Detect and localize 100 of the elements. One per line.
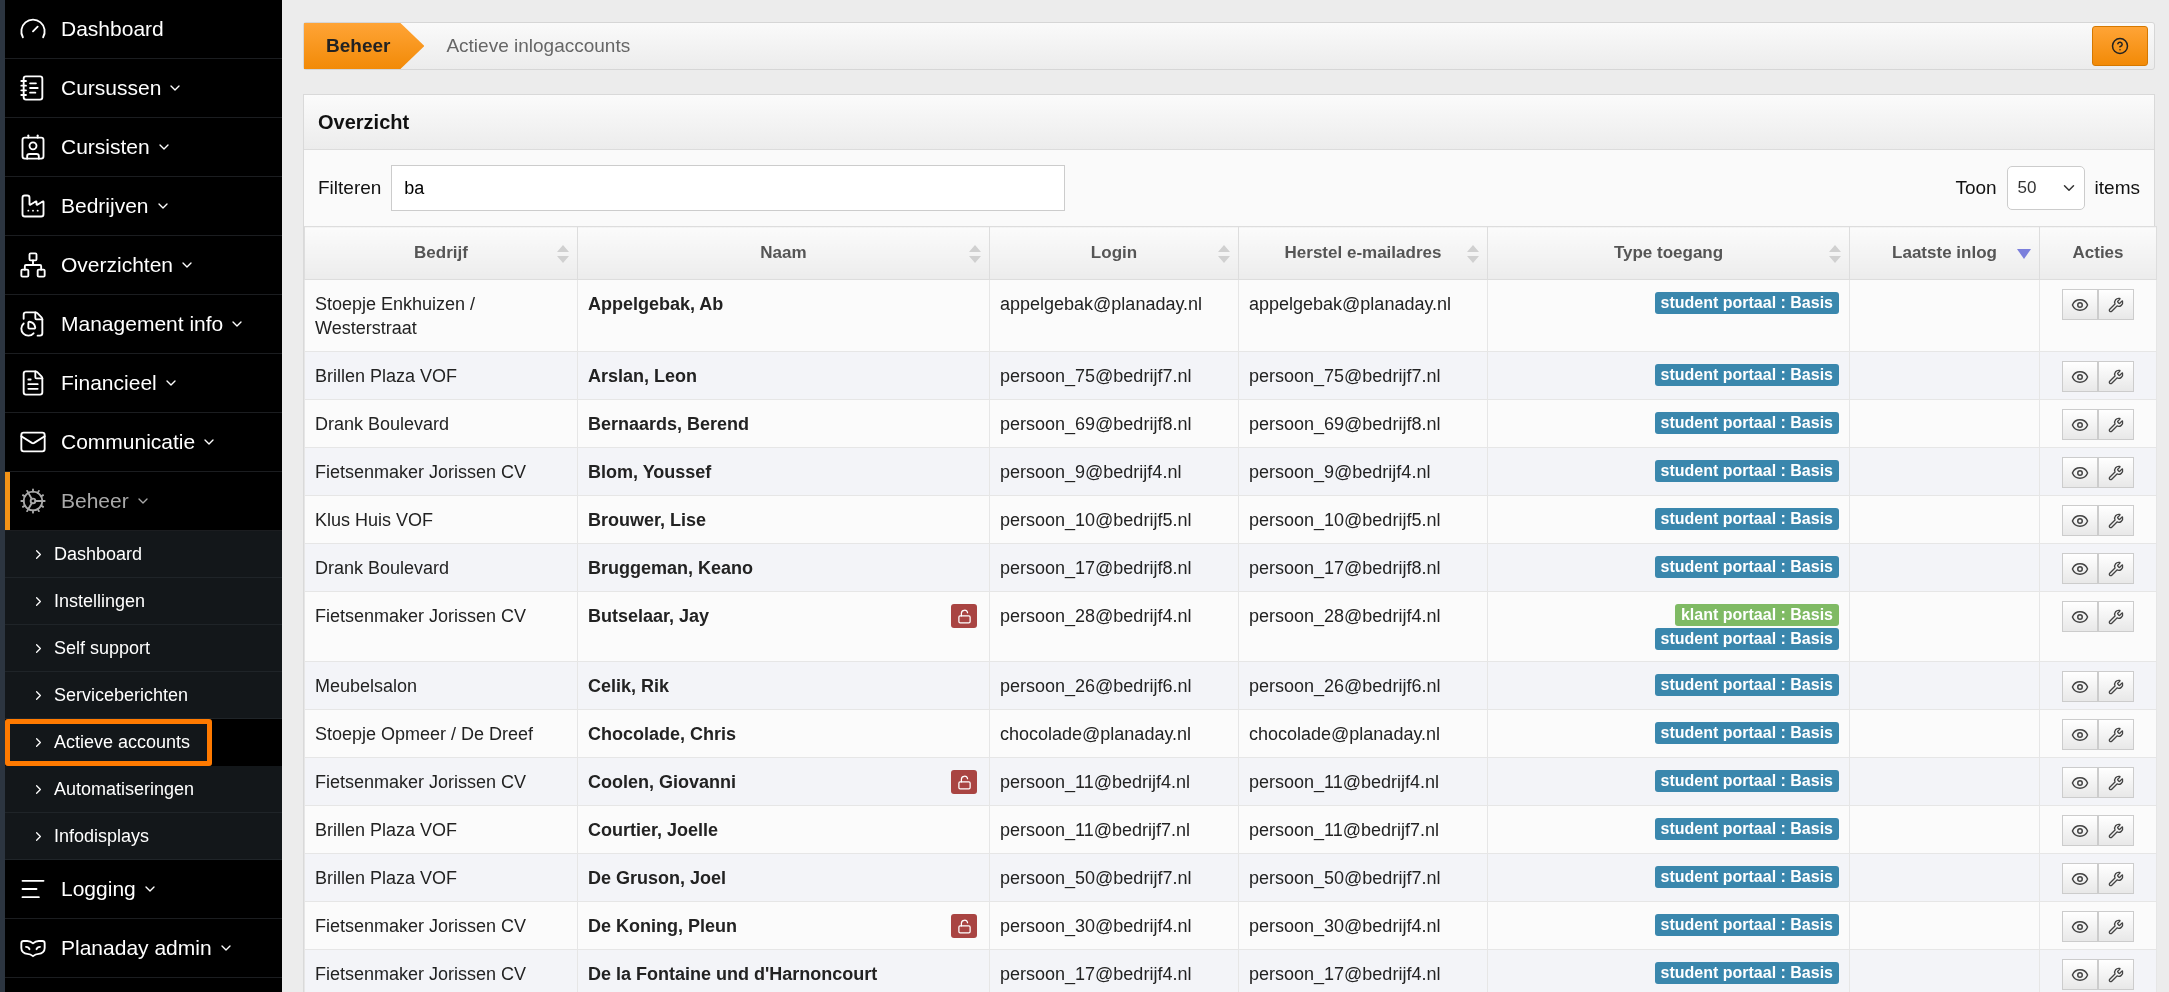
contact-card-icon	[19, 133, 47, 161]
edit-button[interactable]	[2098, 863, 2134, 894]
view-button[interactable]	[2062, 409, 2098, 440]
filter-field[interactable]: ba	[391, 165, 1066, 211]
edit-button[interactable]	[2098, 815, 2134, 846]
sidebar-item[interactable]: Management info	[5, 295, 282, 354]
submenu-item[interactable]: Automatiseringen	[5, 766, 282, 813]
submenu-item[interactable]: Actieve accounts	[5, 719, 212, 766]
view-button[interactable]	[2062, 959, 2098, 990]
edit-button[interactable]	[2098, 959, 2134, 990]
table-cell: persoon_26@bedrijf6.nl	[989, 661, 1239, 710]
submenu-item[interactable]: Infodisplays	[5, 813, 282, 860]
sidebar-item[interactable]: Overzichten	[5, 236, 282, 295]
table-cell: chocolade@planaday.nl	[989, 709, 1239, 758]
submenu-item[interactable]: Self support	[5, 625, 282, 672]
view-button[interactable]	[2062, 815, 2098, 846]
view-button[interactable]	[2062, 601, 2098, 632]
wrench-icon	[2108, 416, 2124, 433]
view-button[interactable]	[2062, 457, 2098, 488]
access-badge: student portaal : Basis	[1654, 818, 1839, 840]
wrench-icon	[2108, 774, 2124, 791]
submenu-item[interactable]: Serviceberichten	[5, 672, 282, 719]
sidebar-item[interactable]: Communicatie	[5, 413, 282, 472]
view-button[interactable]	[2062, 361, 2098, 392]
sort-descending-icon[interactable]	[2017, 249, 2031, 259]
table-cell: persoon_10@bedrijf5.nl	[989, 495, 1239, 544]
sidebar-item[interactable]: Cursussen	[5, 59, 282, 118]
edit-button[interactable]	[2098, 289, 2134, 320]
wrench-icon	[2108, 966, 2124, 983]
column-header[interactable]: Acties	[2039, 226, 2157, 280]
edit-button[interactable]	[2098, 911, 2134, 942]
column-header[interactable]: Herstel e-mailadres	[1238, 226, 1488, 280]
sidebar-item[interactable]: Planaday admin	[5, 919, 282, 978]
edit-button[interactable]	[2098, 361, 2134, 392]
table-cell: persoon_28@bedrijf4.nl	[989, 591, 1239, 662]
column-header[interactable]: Bedrijf	[304, 226, 578, 280]
wrench-icon	[2108, 296, 2124, 313]
access-badge: student portaal : Basis	[1654, 628, 1839, 650]
view-button[interactable]	[2062, 553, 2098, 584]
help-button[interactable]	[2092, 26, 2148, 66]
table-cell: persoon_28@bedrijf4.nl	[1238, 591, 1488, 662]
wrench-icon	[2108, 560, 2124, 577]
edit-button[interactable]	[2098, 671, 2134, 702]
column-header[interactable]: Laatste inlog	[1849, 226, 2040, 280]
items-label: items	[2094, 177, 2140, 199]
person-name: Courtier, Joelle	[588, 819, 719, 842]
settings-icon	[19, 487, 47, 515]
edit-button[interactable]	[2098, 505, 2134, 536]
person-name: Bernaards, Berend	[588, 413, 750, 436]
view-button[interactable]	[2062, 911, 2098, 942]
access-badge: student portaal : Basis	[1654, 556, 1839, 578]
view-button[interactable]	[2062, 863, 2098, 894]
table-cell: persoon_30@bedrijf4.nl	[1238, 901, 1488, 950]
table-cell: appelgebak@planaday.nl	[1238, 279, 1488, 352]
table-cell: persoon_11@bedrijf4.nl	[989, 757, 1239, 806]
access-badge: student portaal : Basis	[1654, 460, 1839, 482]
access-badge: student portaal : Basis	[1654, 770, 1839, 792]
edit-button[interactable]	[2098, 409, 2134, 440]
table-cell: appelgebak@planaday.nl	[989, 279, 1239, 352]
table-cell: persoon_69@bedrijf8.nl	[1238, 399, 1488, 448]
access-badge: student portaal : Basis	[1654, 866, 1839, 888]
column-header[interactable]: Login	[989, 226, 1239, 280]
edit-button[interactable]	[2098, 553, 2134, 584]
access-badge: student portaal : Basis	[1654, 962, 1839, 984]
sidebar-item[interactable]: Financieel	[5, 354, 282, 413]
wrench-icon	[2108, 870, 2124, 887]
sidebar-item[interactable]: Logging	[5, 860, 282, 919]
view-button[interactable]	[2062, 719, 2098, 750]
submenu-item[interactable]: Instellingen	[5, 578, 282, 625]
person-name: De la Fontaine und d'Harnoncourt	[588, 963, 878, 986]
person-name: Coolen, Giovanni	[588, 771, 736, 794]
page-size-select[interactable]: 50	[2006, 166, 2085, 210]
breadcrumb-link[interactable]: Beheer	[304, 23, 425, 69]
column-header[interactable]: Type toegang	[1487, 226, 1850, 280]
access-badge: student portaal : Basis	[1654, 508, 1839, 530]
view-button[interactable]	[2062, 505, 2098, 536]
table-cell: Stoepje Opmeer / De Dreef	[304, 709, 578, 758]
table-cell: Brillen Plaza VOF	[304, 853, 578, 902]
edit-button[interactable]	[2098, 719, 2134, 750]
show-label: Toon	[1955, 177, 1997, 199]
person-name: Blom, Youssef	[588, 461, 712, 484]
sidebar-item[interactable]: Bedrijven	[5, 177, 282, 236]
submenu-item[interactable]: Dashboard	[5, 531, 282, 578]
table-cell: Stoepje Enkhuizen / Westerstraat	[304, 279, 578, 352]
edit-button[interactable]	[2098, 767, 2134, 798]
wrench-icon	[2108, 464, 2124, 481]
access-badge: klant portaal : Basis	[1674, 604, 1839, 626]
table-cell: Fietsenmaker Jorissen CV	[304, 901, 578, 950]
view-button[interactable]	[2062, 671, 2098, 702]
edit-button[interactable]	[2098, 457, 2134, 488]
edit-button[interactable]	[2098, 601, 2134, 632]
sidebar-item[interactable]: Dashboard	[5, 0, 282, 59]
column-header[interactable]: Naam	[577, 226, 990, 280]
person-name: Celik, Rik	[588, 675, 670, 698]
table-cell: persoon_17@bedrijf8.nl	[989, 543, 1239, 592]
factory-icon	[19, 192, 47, 220]
view-button[interactable]	[2062, 767, 2098, 798]
person-name: De Koning, Pleun	[588, 915, 737, 938]
view-button[interactable]	[2062, 289, 2098, 320]
sidebar-item[interactable]: Cursisten	[5, 118, 282, 177]
